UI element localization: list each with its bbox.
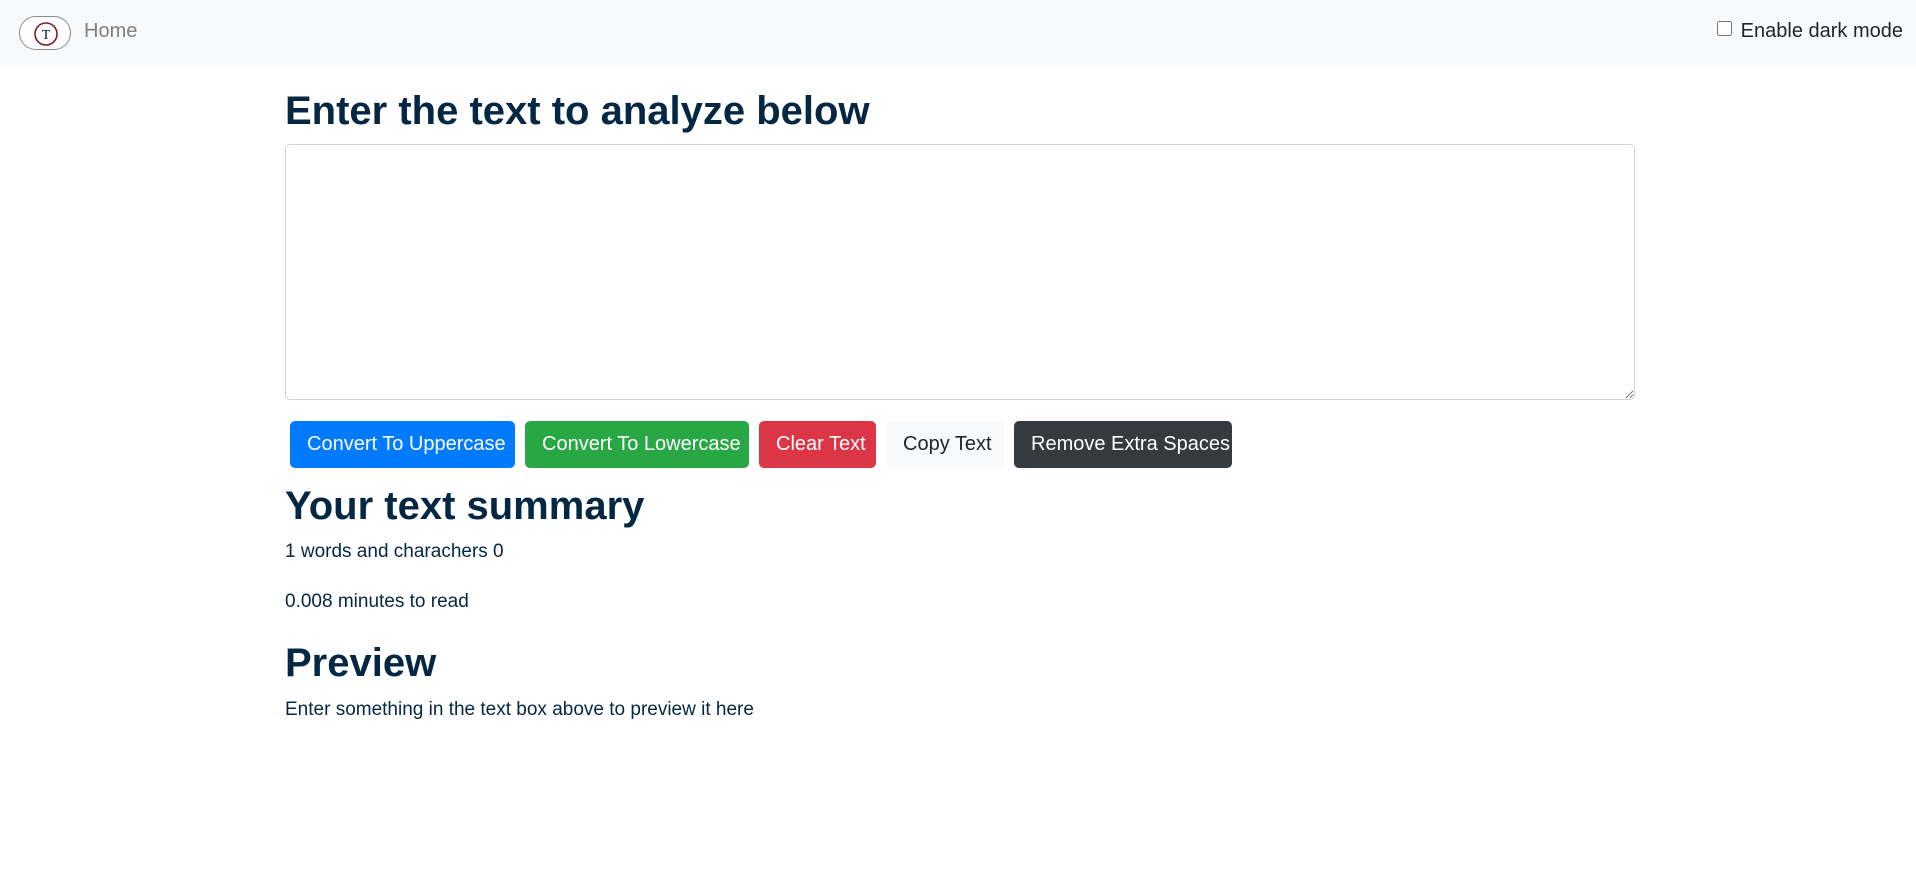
text-input-area[interactable] [285, 144, 1635, 400]
summary-heading: Your text summary [285, 484, 645, 528]
remove-extra-spaces-button[interactable]: Remove Extra Spaces [1014, 421, 1232, 468]
preview-heading: Preview [285, 641, 437, 685]
action-buttons: Convert To Uppercase Convert To Lowercas… [290, 421, 1232, 468]
dark-mode-checkbox[interactable] [1716, 20, 1732, 36]
dark-mode-toggle[interactable]: Enable dark mode [1716, 18, 1903, 44]
text-utils-logo-icon[interactable]: T [19, 16, 71, 50]
dark-mode-label: Enable dark mode [1740, 20, 1903, 42]
read-time-text: 0.008 minutes to read [285, 591, 469, 612]
copy-text-button[interactable]: Copy Text [886, 421, 1004, 468]
convert-uppercase-button[interactable]: Convert To Uppercase [290, 421, 515, 468]
preview-text: Enter something in the text box above to… [285, 699, 754, 720]
nav-home-link[interactable]: Home [84, 18, 137, 44]
word-count-text: 1 words and charachers 0 [285, 541, 504, 562]
logo-letter: T [42, 28, 51, 43]
logo-mark-icon: T [34, 22, 58, 46]
convert-lowercase-button[interactable]: Convert To Lowercase [525, 421, 749, 468]
page-title: Enter the text to analyze below [285, 89, 870, 133]
clear-text-button[interactable]: Clear Text [759, 421, 876, 468]
navbar: T Home Enable dark mode [0, 0, 1916, 66]
